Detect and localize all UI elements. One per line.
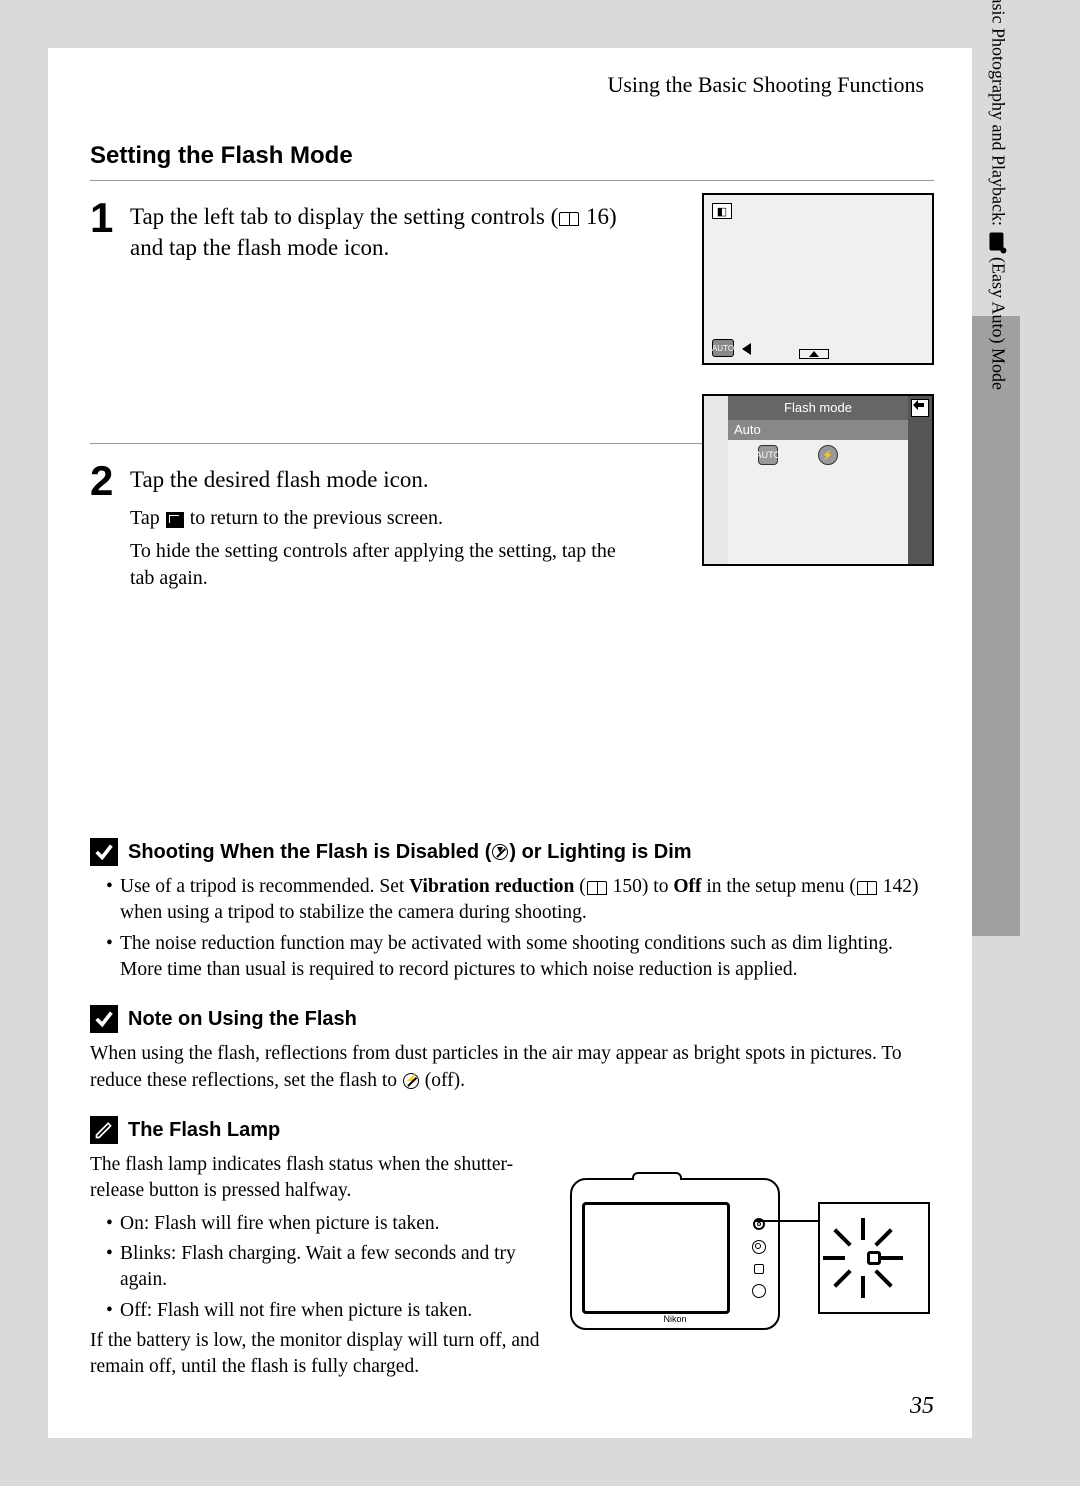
note-2-body: When using the flash, reflections from d… xyxy=(90,1041,934,1094)
check-icon xyxy=(90,838,118,866)
book-icon xyxy=(857,881,877,895)
list-item: Use of a tripod is recommended. Set Vibr… xyxy=(106,874,934,927)
side-label-prefix: Basic Photography and Playback: xyxy=(988,0,1008,231)
step-number: 1 xyxy=(90,197,130,239)
book-icon xyxy=(559,212,579,226)
side-tab-label: Basic Photography and Playback: (Easy Au… xyxy=(987,0,1008,390)
list-item: On: Flash will fire when picture is take… xyxy=(106,1211,560,1237)
screen-illustration-1: ◧ AUTO xyxy=(702,193,934,365)
flash-off-icon xyxy=(492,844,508,860)
return-icon xyxy=(166,512,184,528)
list-item: Off: Flash will not fire when picture is… xyxy=(106,1298,560,1324)
camera-icon xyxy=(989,233,1003,251)
note-1-bullets: Use of a tripod is recommended. Set Vibr… xyxy=(90,874,934,983)
flash-mode-auto-icon: AUTO xyxy=(758,445,778,465)
note-heading-3: The Flash Lamp xyxy=(90,1116,934,1144)
camera-button-icon xyxy=(754,1264,764,1274)
note-3-outro: If the battery is low, the monitor displ… xyxy=(90,1328,560,1381)
screen2-title: Flash mode xyxy=(728,396,908,420)
step-2-sub2: To hide the setting controls after apply… xyxy=(130,538,630,592)
step-2-text: Tap the desired flash mode icon. xyxy=(130,464,630,495)
screen-illustration-2: Flash mode Auto AUTO ⚡ xyxy=(702,394,934,566)
camera-diagram: Nikon xyxy=(570,1172,930,1342)
note-heading-1: Shooting When the Flash is Disabled () o… xyxy=(90,838,934,866)
flash-off-icon xyxy=(403,1073,419,1089)
back-icon xyxy=(911,399,929,417)
note-1-title: Shooting When the Flash is Disabled () o… xyxy=(128,841,692,864)
note-3-intro: The flash lamp indicates flash status wh… xyxy=(90,1152,560,1205)
step-2-sub1: Tap to return to the previous screen. xyxy=(130,505,630,532)
step-1-text: Tap the left tab to display the setting … xyxy=(130,201,620,263)
note-2-title: Note on Using the Flash xyxy=(128,1008,357,1031)
camera-brand-label: Nikon xyxy=(572,1314,778,1324)
flash-auto-icon: AUTO xyxy=(712,339,734,357)
list-item: The noise reduction function may be acti… xyxy=(106,931,934,984)
flash-mode-off-icon: ⚡ xyxy=(818,445,838,465)
book-icon xyxy=(587,881,607,895)
page-number: 35 xyxy=(910,1393,934,1420)
check-icon xyxy=(90,1005,118,1033)
camera-button-icon xyxy=(752,1240,766,1254)
note-3-bullets: On: Flash will fire when picture is take… xyxy=(90,1211,560,1324)
page-header: Using the Basic Shooting Functions xyxy=(90,72,934,98)
note-heading-2: Note on Using the Flash xyxy=(90,1005,934,1033)
side-label-suffix: (Easy Auto) Mode xyxy=(988,253,1008,390)
list-item: Blinks: Flash charging. Wait a few secon… xyxy=(106,1241,560,1294)
arrow-left-icon xyxy=(742,343,751,355)
section-rule xyxy=(90,180,934,181)
camera-button-icon xyxy=(752,1284,766,1298)
arrow-up-icon xyxy=(799,349,829,359)
pencil-icon xyxy=(90,1116,118,1144)
section-title: Setting the Flash Mode xyxy=(90,142,934,170)
screen2-selected: Auto xyxy=(728,420,908,440)
side-tab-marker xyxy=(972,316,1020,936)
flash-lamp-callout xyxy=(818,1202,930,1314)
note-3-title: The Flash Lamp xyxy=(128,1119,280,1142)
camera-mode-icon: ◧ xyxy=(712,203,732,219)
step-number: 2 xyxy=(90,460,130,502)
